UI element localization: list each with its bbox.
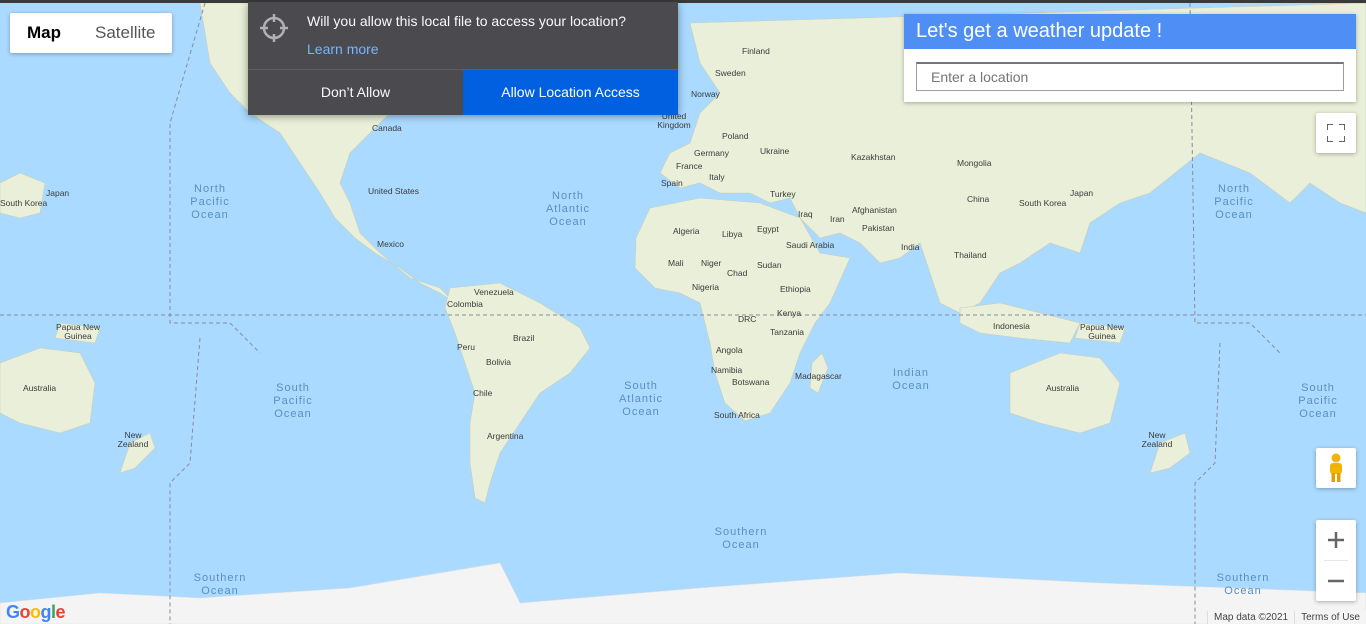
country-label: Kazakhstan (851, 152, 896, 162)
country-label: Niger (701, 258, 722, 268)
ocean-label: South Atlantic Ocean (618, 380, 664, 418)
country-label: Saudi Arabia (786, 240, 835, 250)
country-label: Tanzania (770, 327, 805, 337)
country-label: Germany (694, 148, 729, 158)
country-label: Nigeria (692, 282, 719, 292)
ocean-label: Southern Ocean (714, 526, 768, 551)
location-search-input[interactable] (916, 62, 1344, 91)
zoom-out-button[interactable] (1316, 561, 1356, 601)
country-label: Egypt (757, 224, 779, 234)
map-type-control: Map Satellite (10, 13, 173, 53)
minus-icon (1328, 579, 1344, 583)
browser-top-edge (0, 0, 1366, 3)
country-label: Ethiopia (780, 284, 811, 294)
country-label: Botswana (732, 377, 770, 387)
country-label: Chile (473, 388, 493, 398)
country-label: Kenya (777, 308, 802, 318)
country-label: Japan (46, 188, 70, 198)
map-data-attribution: Map data ©2021 (1207, 611, 1295, 624)
ocean-label: North Atlantic Ocean (545, 190, 591, 228)
country-label: Mexico (377, 239, 404, 249)
country-label: Sweden (715, 68, 746, 78)
country-label: Papua New Guinea (56, 322, 100, 341)
country-label: Chad (727, 268, 748, 278)
country-label: Madagascar (795, 371, 842, 381)
country-label: Thailand (954, 250, 987, 260)
ocean-label: Indian Ocean (892, 367, 930, 392)
ocean-label: Southern Ocean (193, 572, 247, 597)
permission-question: Will you allow this local file to access… (307, 13, 627, 29)
country-label: India (901, 242, 920, 252)
country-label: South Africa (714, 410, 760, 420)
pegman-icon (1330, 453, 1342, 482)
country-label: Argentina (487, 431, 524, 441)
country-label: Afghanistan (852, 205, 897, 215)
country-label: Mali (668, 258, 684, 268)
ocean-label: North Pacific Ocean (1214, 183, 1254, 221)
country-label: Norway (691, 89, 720, 99)
country-label: Spain (661, 178, 683, 188)
country-label: Libya (722, 229, 743, 239)
country-label: Indonesia (993, 321, 1030, 331)
country-label: China (967, 194, 990, 204)
country-label: Pakistan (862, 223, 895, 233)
location-permission-prompt: Will you allow this local file to access… (248, 2, 678, 115)
country-label: Papua New Guinea (1080, 322, 1124, 341)
map-footer: Map data ©2021 Terms of Use (1207, 611, 1366, 624)
country-label: Angola (716, 345, 743, 355)
country-label: Peru (457, 342, 475, 352)
country-label: Canada (372, 123, 402, 133)
country-label: Poland (722, 131, 749, 141)
zoom-in-button[interactable] (1316, 520, 1356, 560)
country-label: Australia (1046, 383, 1080, 393)
country-label: Australia (23, 383, 57, 393)
country-label: Japan (1070, 188, 1094, 198)
weather-panel-title: Let's get a weather update ! (904, 14, 1356, 49)
country-label: South Korea (0, 198, 48, 208)
country-label: France (676, 161, 703, 171)
zoom-control (1316, 520, 1356, 601)
country-label: Italy (709, 172, 725, 182)
permission-buttons: Don’t Allow Allow Location Access (248, 69, 678, 115)
country-label: United States (368, 186, 420, 196)
weather-panel: Let's get a weather update ! (904, 14, 1356, 102)
street-view-pegman-button[interactable] (1316, 448, 1356, 488)
country-label: Algeria (673, 226, 700, 236)
google-logo[interactable]: Google (6, 602, 66, 623)
map-type-map-button[interactable]: Map (10, 13, 78, 53)
country-label: Mongolia (957, 158, 992, 168)
map-type-satellite-button[interactable]: Satellite (78, 13, 172, 53)
country-label: New Zealand (1141, 430, 1173, 449)
fullscreen-button[interactable] (1316, 113, 1356, 153)
dont-allow-button[interactable]: Don’t Allow (248, 70, 463, 115)
location-crosshair-icon (260, 14, 288, 42)
ocean-label: South Pacific Ocean (1298, 382, 1338, 420)
country-label: Colombia (447, 299, 483, 309)
country-label: Brazil (513, 333, 535, 343)
country-label: Bolivia (486, 357, 512, 367)
country-label: DRC (738, 314, 757, 324)
fullscreen-icon (1327, 124, 1345, 142)
plus-icon (1328, 532, 1344, 548)
country-label: Iraq (798, 209, 813, 219)
ocean-label: South Pacific Ocean (273, 382, 313, 420)
terms-of-use-link[interactable]: Terms of Use (1294, 611, 1366, 624)
ocean-label: Southern Ocean (1216, 572, 1270, 597)
country-label: Iran (830, 214, 845, 224)
country-label: Ukraine (760, 146, 790, 156)
country-label: South Korea (1019, 198, 1067, 208)
country-label: Sudan (757, 260, 782, 270)
ocean-label: North Pacific Ocean (190, 183, 230, 221)
country-label: New Zealand (117, 430, 149, 449)
country-label: Venezuela (474, 287, 514, 297)
country-label: Namibia (711, 365, 743, 375)
learn-more-link[interactable]: Learn more (307, 41, 379, 57)
country-label: Finland (742, 46, 770, 56)
country-label: Turkey (770, 189, 796, 199)
allow-location-button[interactable]: Allow Location Access (463, 70, 678, 115)
